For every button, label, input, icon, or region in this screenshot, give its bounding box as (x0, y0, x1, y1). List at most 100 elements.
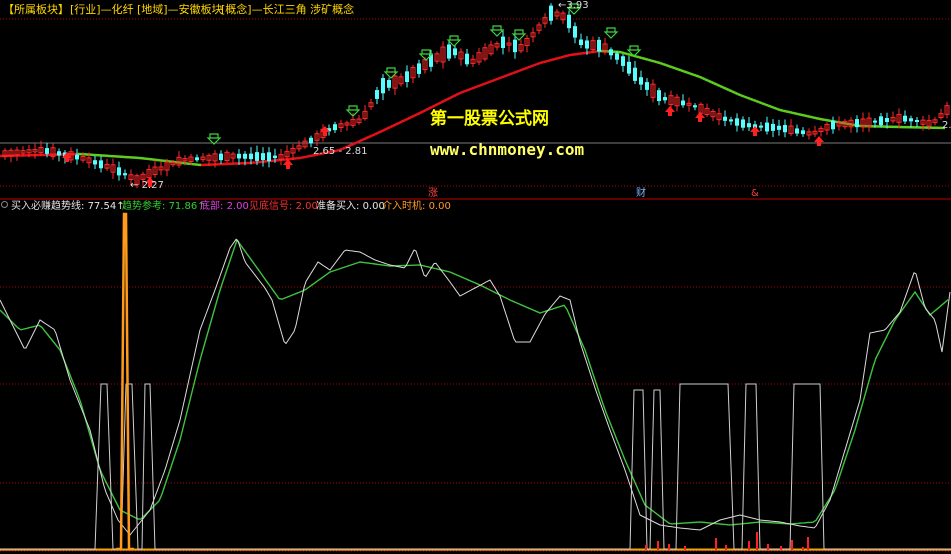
candle-body (765, 122, 769, 132)
ma-line (467, 87, 472, 92)
ma-line (560, 55, 565, 59)
ma-line (566, 53, 571, 58)
ma-line (410, 114, 415, 119)
indicator-item-4: 准备买入: 0.00 (316, 201, 385, 213)
ma-line (692, 73, 697, 77)
candle-body (93, 160, 97, 165)
ma-line (500, 75, 505, 79)
ma-line (716, 83, 721, 88)
candle-body (513, 39, 517, 53)
bottom-bar (645, 545, 647, 550)
candle-body (273, 155, 277, 159)
ma-line (419, 110, 424, 115)
candle-body (885, 118, 889, 122)
watermark-url: www.chnmoney.com (430, 140, 585, 159)
indicator-item-label: 准备买入: (316, 201, 363, 212)
ma-line (707, 79, 712, 84)
ma-line (479, 83, 484, 87)
bottom-bar (715, 538, 717, 550)
ma-line (710, 80, 715, 85)
event-marker-and[interactable]: & (751, 188, 759, 200)
ma-line (503, 74, 508, 78)
event-marker-zhang[interactable]: 涨 (428, 188, 438, 200)
chart-window[interactable]: 【所属板块】 [行业]—化纤 [地域]—安徽板块 [概念]—长江三角 涉矿概念 第一股… (0, 0, 951, 554)
ma-line (509, 71, 514, 76)
ma-line (737, 92, 742, 97)
candle-body (453, 48, 457, 56)
up-arrow-icon (814, 136, 824, 146)
candle-body (741, 119, 745, 128)
candle-body (123, 173, 127, 176)
candle-body (255, 152, 259, 161)
candle-body (645, 82, 649, 90)
chart-canvas[interactable] (0, 0, 951, 554)
candle-body (657, 90, 661, 102)
ma-line (359, 138, 364, 143)
candle-body (909, 118, 913, 122)
candle-body (579, 39, 583, 46)
ma-line (401, 118, 406, 123)
candle-body (915, 119, 919, 123)
ma-line (755, 99, 760, 104)
ma-line (659, 61, 664, 66)
ma-line (539, 60, 544, 65)
ma-line (689, 72, 694, 76)
indicator-item-5: 介入时机: 0.00 (382, 201, 451, 213)
ma-line (728, 88, 733, 93)
indicator-item-2: 底部: 2.00 (200, 201, 249, 213)
indicator-item-label: 趋势线: (51, 201, 88, 212)
sector-tag-0[interactable]: 【所属板块】 (3, 3, 69, 17)
candle-body (573, 26, 577, 38)
ma-line (476, 84, 481, 88)
gear-icon[interactable] (1, 201, 8, 208)
price-range-label: 2.65 - 2.81 (313, 146, 368, 157)
indicator-item-3: 见底信号: 2.00 (249, 201, 318, 213)
down-arrow-icon (489, 25, 505, 37)
sector-tag-3[interactable]: [概念]—长江三角 涉矿概念 (221, 3, 354, 17)
ma-line (638, 56, 643, 60)
event-marker-cai[interactable]: 财 (636, 188, 646, 200)
ma-line (440, 99, 445, 104)
sector-tag-1[interactable]: [行业]—化纤 (70, 3, 134, 17)
ma-line (521, 67, 526, 71)
candle-body (609, 49, 613, 56)
ma-line (722, 86, 727, 90)
ma-line (734, 91, 739, 96)
ma-line (308, 154, 313, 158)
ma-line (305, 154, 310, 159)
ma-line (422, 108, 427, 113)
ma-line (731, 90, 736, 94)
ma-line (395, 121, 400, 126)
ma-line (797, 112, 802, 116)
ma-line (533, 62, 538, 67)
bottom-bar (748, 541, 750, 550)
candle-body (237, 153, 241, 159)
ma-line (524, 66, 529, 70)
ma-line (482, 82, 487, 86)
candle-body (405, 71, 409, 83)
trend-line (0, 238, 951, 536)
indicator-item-label: 底部: (200, 201, 227, 212)
ma-line (389, 124, 394, 129)
ma-line (464, 88, 469, 93)
indicator-item-value: 2.00 (226, 201, 249, 212)
candle-body (795, 128, 799, 134)
ma-line (527, 65, 532, 69)
ma-line (671, 66, 676, 70)
sector-tag-2[interactable]: [地域]—安徽板块 (137, 3, 223, 17)
ma-line (770, 105, 775, 109)
ma-line (677, 68, 682, 72)
ma-line (794, 112, 799, 116)
ma-line (791, 111, 796, 115)
candle-body (57, 151, 61, 156)
ma-line (656, 60, 661, 65)
candle-body (831, 120, 835, 130)
candle-body (681, 100, 685, 106)
ma-line (518, 68, 523, 73)
ma-line (668, 64, 673, 69)
up-arrow-icon (665, 106, 675, 116)
ma-line (824, 118, 829, 122)
bottom-bar (657, 541, 659, 550)
candle-body (465, 53, 469, 65)
ma-line (374, 131, 379, 136)
